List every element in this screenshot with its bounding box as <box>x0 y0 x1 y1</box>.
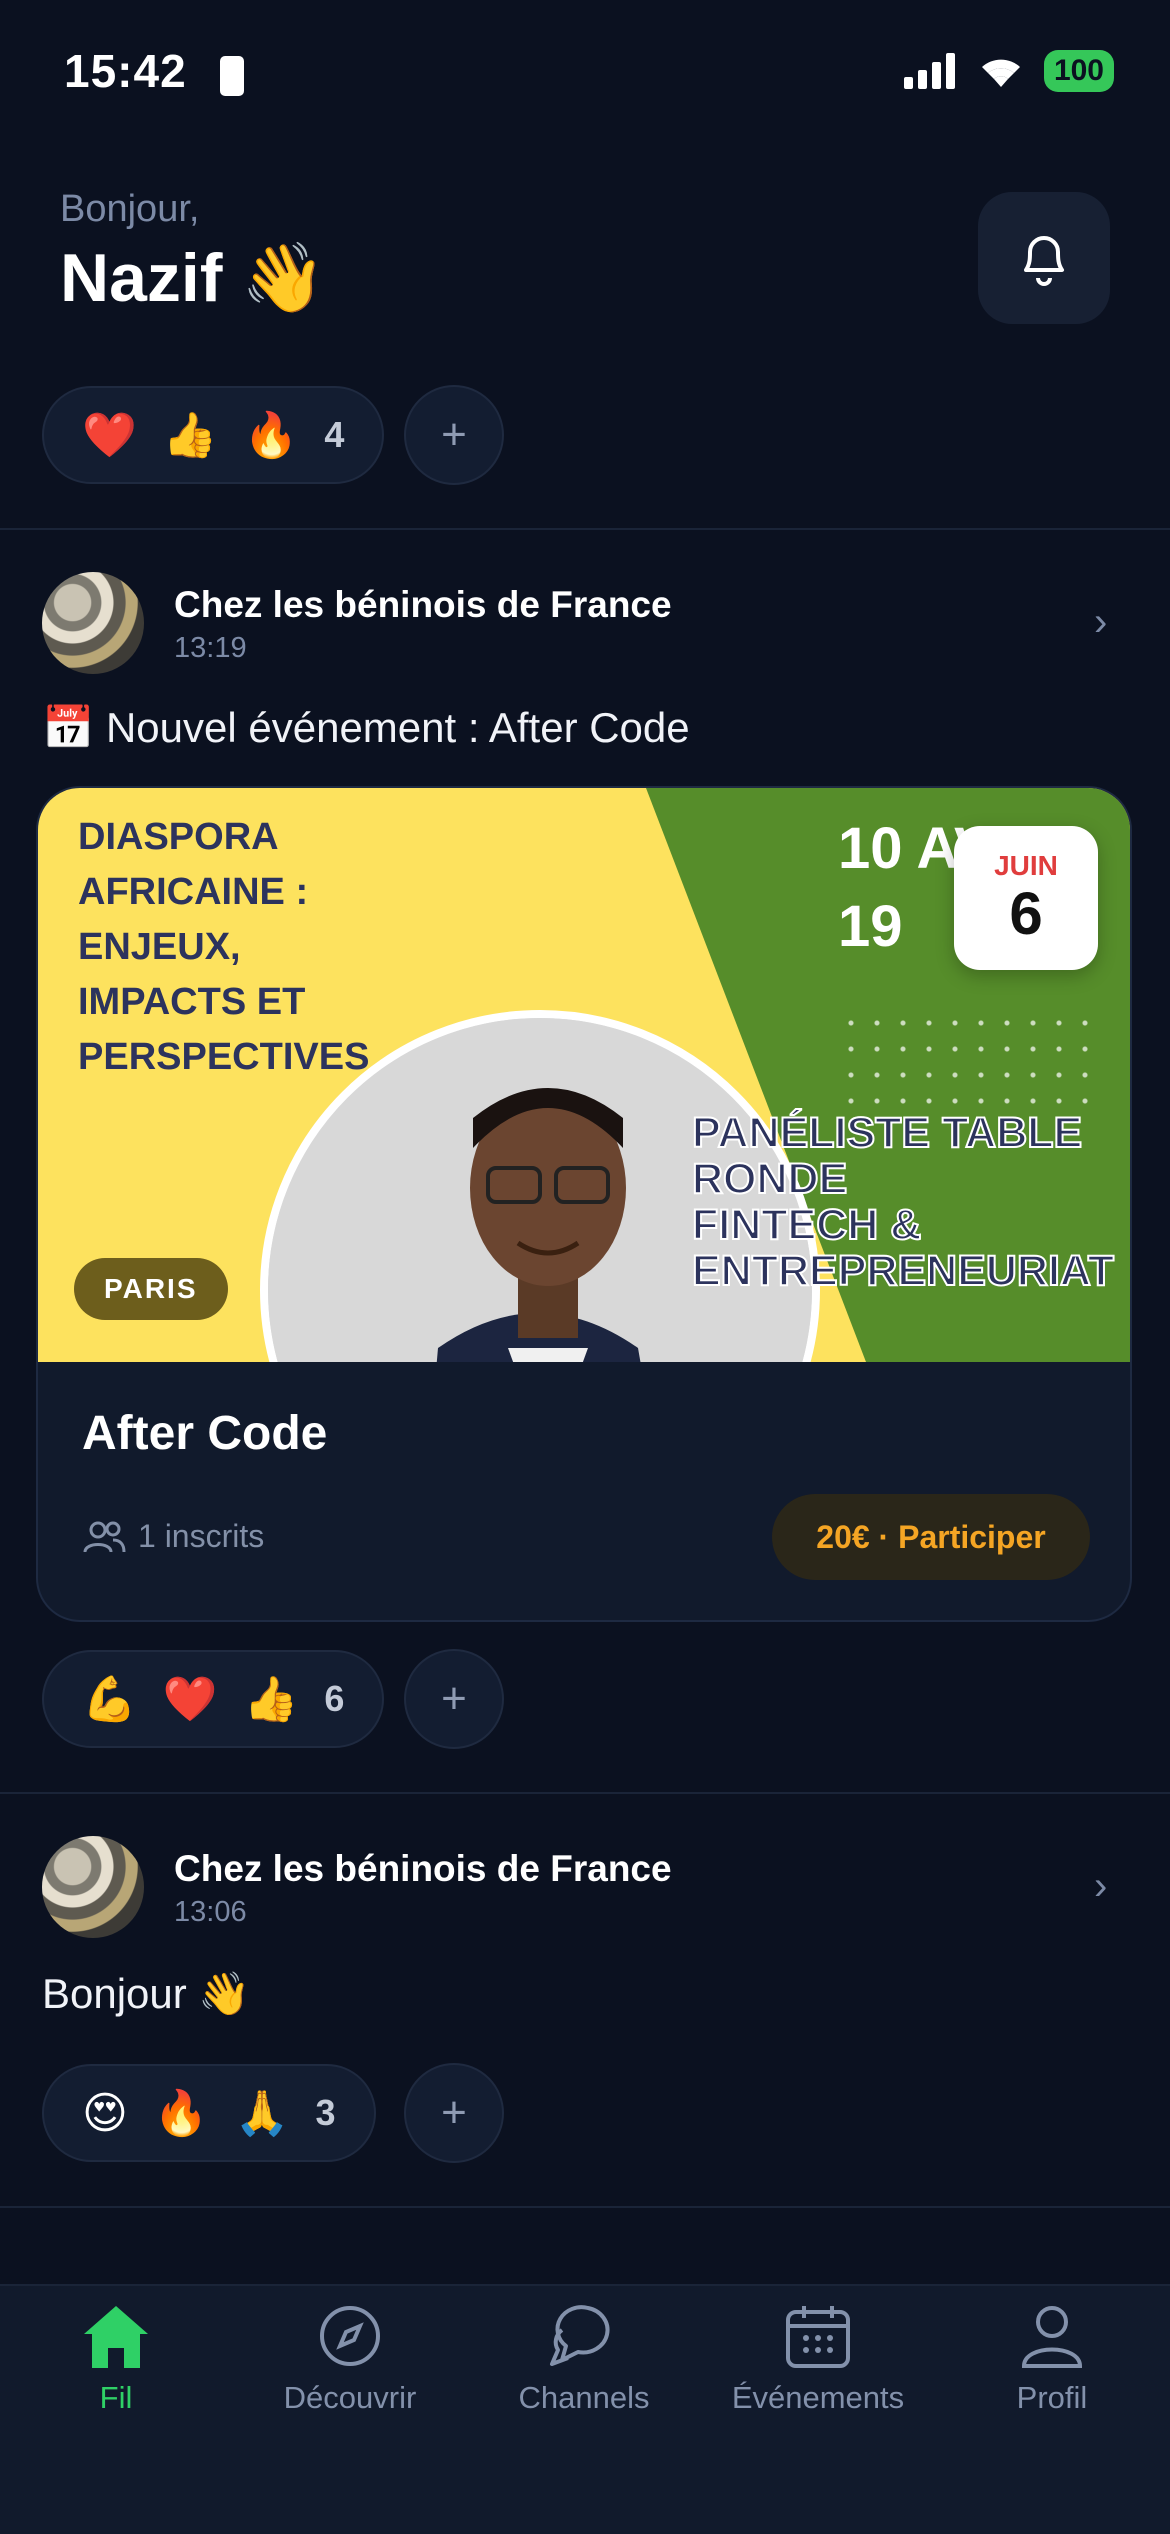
reaction-emoji: ❤️ <box>162 1675 218 1724</box>
battery-indicator: 100 <box>1043 50 1114 92</box>
tab-channels[interactable]: Channels <box>474 2302 694 2416</box>
calendar-icon <box>786 2306 850 2368</box>
tab-label: Découvrir <box>283 2380 417 2415</box>
notifications-button[interactable] <box>978 192 1110 324</box>
divider <box>0 528 1170 530</box>
people-icon <box>83 1521 126 1552</box>
reactions-pill[interactable]: ❤️ 👍 🔥 4 <box>42 386 385 484</box>
event-banner: DIASPORA AFRICAINE : ENJEUX, IMPACTS ET … <box>38 788 1130 1362</box>
registered-count: 1 inscrits <box>138 1518 265 1554</box>
reactions-pill[interactable]: 😍 🔥 🙏 3 <box>42 2064 376 2162</box>
event-title: After Code <box>82 1407 328 1460</box>
chat-icon <box>550 2305 610 2366</box>
channel-avatar[interactable] <box>42 572 144 674</box>
status-icons: 100 <box>903 50 1114 92</box>
tab-label: Fil <box>99 2380 133 2415</box>
tab-label: Channels <box>518 2380 650 2415</box>
location-tag: PARIS <box>74 1258 228 1320</box>
contact-card-icon <box>220 56 244 96</box>
signal-icon <box>903 53 955 89</box>
banner-panel-text: PANÉLISTE TABLE RONDE FINTECH & ENTREPRE… <box>691 1109 1115 1295</box>
banner-title: DIASPORA AFRICAINE : ENJEUX, IMPACTS ET … <box>78 816 370 1078</box>
reactions-pill[interactable]: 💪 ❤️ 👍 6 <box>42 1650 385 1748</box>
reaction-count: 4 <box>324 414 345 455</box>
divider <box>0 2206 1170 2208</box>
chevron-right-icon[interactable]: › <box>1094 1864 1107 1909</box>
event-card[interactable]: DIASPORA AFRICAINE : ENJEUX, IMPACTS ET … <box>36 786 1132 1622</box>
banner-dots <box>838 1010 1088 1120</box>
reaction-emoji: 😍 <box>82 2088 128 2138</box>
channel-avatar[interactable] <box>42 1836 144 1938</box>
tab-label: Profil <box>1016 2380 1088 2415</box>
tab-fil[interactable]: Fil <box>6 2302 226 2416</box>
chevron-right-icon[interactable]: › <box>1094 600 1107 645</box>
compass-icon <box>320 2306 380 2366</box>
divider <box>0 1792 1170 1794</box>
reaction-emoji: 🔥 <box>153 2089 209 2138</box>
tab-label: Événements <box>731 2380 905 2415</box>
add-reaction-button[interactable]: + <box>404 2063 504 2163</box>
add-reaction-button[interactable]: + <box>404 1649 504 1749</box>
greeting-label: Bonjour, <box>60 188 200 230</box>
reaction-emoji: 🙏 <box>234 2089 290 2138</box>
user-icon <box>1021 2306 1083 2368</box>
post-text: 📅 Nouvel événement : After Code <box>42 704 690 751</box>
post-author[interactable]: Chez les béninois de France <box>174 584 672 626</box>
tab-decouvrir[interactable]: Découvrir <box>240 2302 460 2416</box>
post-author[interactable]: Chez les béninois de France <box>174 1848 672 1890</box>
date-badge-month: JUIN <box>994 850 1058 881</box>
bell-icon <box>1024 236 1064 286</box>
home-icon <box>84 2306 148 2368</box>
post-time: 13:06 <box>174 1896 247 1928</box>
date-badge: JUIN 6 <box>954 826 1098 970</box>
reaction-emoji: 👍 <box>162 411 218 460</box>
tab-evenements[interactable]: Événements <box>708 2302 928 2416</box>
date-badge-day: 6 <box>1009 880 1043 947</box>
tab-profil[interactable]: Profil <box>942 2302 1162 2416</box>
user-name: Nazif 👋 <box>60 240 327 316</box>
event-registered: 1 inscrits <box>82 1518 264 1555</box>
post-time: 13:19 <box>174 632 247 664</box>
participate-button[interactable]: 20€ · Participer <box>772 1494 1090 1580</box>
reaction-emoji: ❤️ <box>82 411 137 460</box>
reaction-emoji: 🔥 <box>243 411 299 460</box>
add-reaction-button[interactable]: + <box>404 385 504 485</box>
reaction-emoji: 👍 <box>243 1675 299 1724</box>
wifi-icon <box>981 59 1020 87</box>
status-time: 15:42 <box>64 45 187 97</box>
reaction-emoji: 💪 <box>82 1675 137 1724</box>
reaction-count: 6 <box>324 1678 345 1719</box>
reaction-count: 3 <box>315 2092 336 2133</box>
post-text: Bonjour 👋 <box>42 1970 251 2017</box>
